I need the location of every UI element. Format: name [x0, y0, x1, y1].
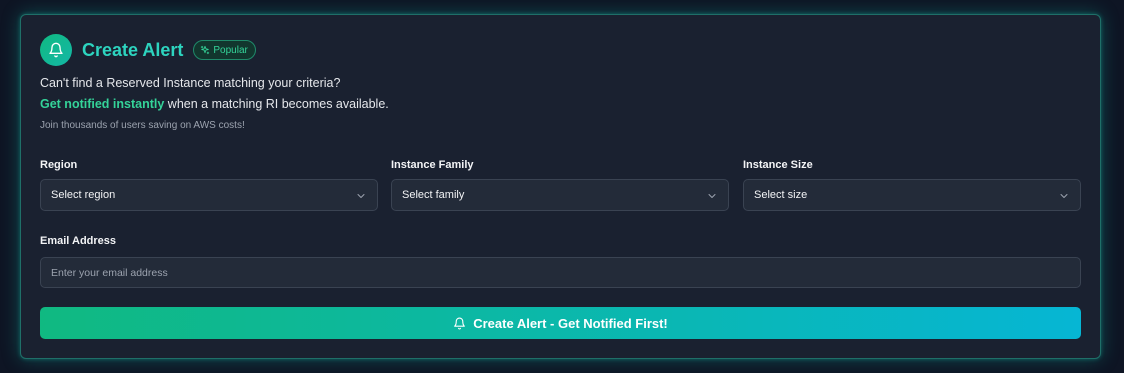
- size-label: Instance Size: [743, 159, 813, 171]
- sparkles-icon: [201, 45, 210, 55]
- description-line-2-rest: when a matching RI becomes available.: [164, 97, 389, 111]
- description-highlight: Get notified instantly: [40, 97, 165, 111]
- email-label: Email Address: [40, 235, 117, 247]
- card-title: Create Alert: [82, 39, 184, 60]
- create-alert-card: Create Alert Popular Can't find a Reserv…: [20, 14, 1101, 359]
- bell-icon: [454, 317, 466, 329]
- email-placeholder: Enter your email address: [51, 266, 168, 279]
- size-select[interactable]: Select size: [743, 179, 1081, 211]
- size-select-value: Select size: [754, 189, 808, 201]
- description-line-1: Can't find a Reserved Instance matching …: [40, 76, 341, 90]
- email-input[interactable]: Enter your email address: [40, 257, 1081, 288]
- description-line-3: Join thousands of users saving on AWS co…: [40, 120, 245, 131]
- chevron-down-icon: [708, 194, 716, 198]
- region-select[interactable]: Select region: [40, 179, 378, 211]
- region-label: Region: [40, 159, 78, 171]
- popular-badge: Popular: [193, 40, 256, 60]
- description-line-2: Get notified instantly when a matching R…: [40, 97, 389, 111]
- create-alert-button[interactable]: Create Alert - Get Notified First!: [40, 307, 1081, 339]
- chevron-down-icon: [1060, 194, 1068, 198]
- create-alert-button-label: Create Alert - Get Notified First!: [473, 315, 668, 331]
- family-select[interactable]: Select family: [391, 179, 729, 211]
- badge-label: Popular: [213, 44, 248, 56]
- family-select-value: Select family: [402, 189, 465, 201]
- card-header: Create Alert Popular: [40, 34, 256, 66]
- chevron-down-icon: [357, 194, 365, 198]
- region-select-value: Select region: [51, 189, 116, 201]
- bell-icon: [40, 34, 72, 66]
- family-label: Instance Family: [391, 159, 474, 171]
